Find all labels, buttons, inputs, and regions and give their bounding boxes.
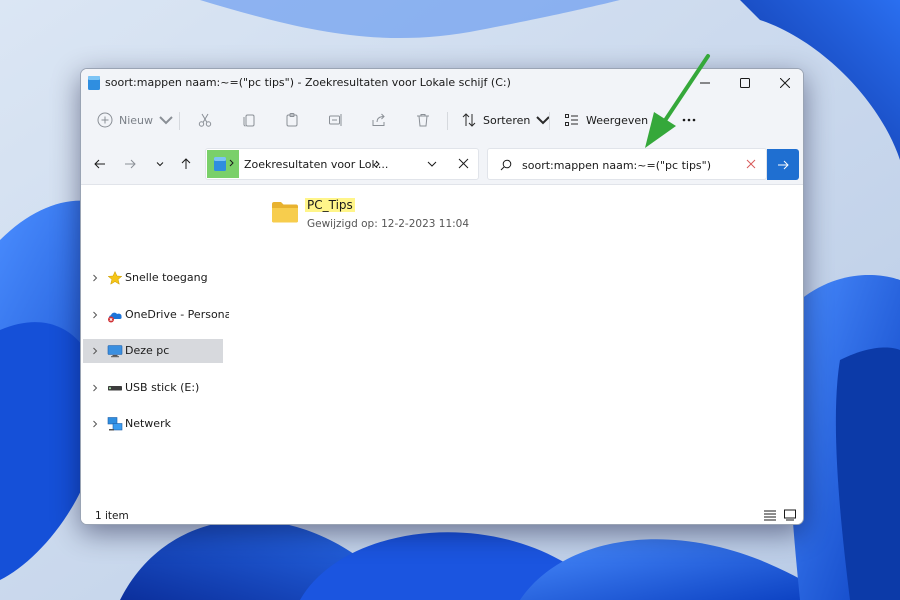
sidebar-item-label: Netwerk	[125, 417, 171, 430]
plus-circle-icon	[97, 112, 113, 128]
rename-icon	[329, 114, 342, 126]
sort-button-label: Sorteren	[483, 113, 531, 127]
copy-button[interactable]	[241, 108, 257, 132]
share-icon	[372, 113, 385, 126]
maximize-icon	[740, 78, 750, 88]
new-button[interactable]: Nieuw	[97, 108, 174, 132]
maximize-button[interactable]	[725, 69, 765, 97]
minimize-icon	[700, 82, 710, 84]
folder-icon	[272, 202, 298, 223]
chevron-down-icon	[156, 162, 164, 167]
navigation-pane: Snelle toegang OneDrive - Personal Deze …	[81, 186, 234, 500]
title-bar[interactable]: soort:mappen naam:~=("pc tips") - Zoekre…	[81, 69, 803, 97]
paste-button[interactable]	[284, 108, 300, 132]
sidebar-item-label: OneDrive - Personal	[125, 308, 235, 321]
arrow-right-icon	[778, 160, 789, 169]
up-button[interactable]	[177, 155, 195, 173]
address-bar[interactable]: Zoekresultaten voor Lok...	[205, 148, 479, 180]
toolbar-divider	[447, 112, 448, 130]
close-icon[interactable]	[458, 158, 469, 169]
search-results-pane: PC_Tips Gewijzigd op: 12-2-2023 11:04	[229, 186, 803, 500]
more-dots-icon	[682, 118, 696, 122]
chevron-right-icon[interactable]	[91, 311, 99, 319]
chevron-right-icon[interactable]	[91, 274, 99, 282]
scissors-icon	[198, 113, 212, 127]
sidebar-item-label: Deze pc	[125, 344, 170, 357]
result-item-modified-value: 12-2-2023 11:04	[381, 218, 470, 230]
chevron-right-icon[interactable]	[91, 384, 99, 392]
sidebar-item-label: USB stick (E:)	[125, 381, 200, 394]
copy-icon	[243, 114, 255, 127]
search-icon	[500, 159, 512, 171]
status-bar: 1 item	[81, 504, 803, 524]
cut-button[interactable]	[197, 108, 213, 132]
search-input[interactable]	[522, 155, 742, 175]
result-item-modified: Gewijzigd op: 12-2-2023 11:04	[307, 218, 469, 230]
search-folder-icon	[88, 76, 100, 90]
arrow-left-icon	[94, 159, 105, 169]
file-explorer-window: soort:mappen naam:~=("pc tips") - Zoekre…	[80, 68, 804, 525]
close-button[interactable]	[765, 69, 803, 97]
address-history-chevron-icon[interactable]	[426, 158, 438, 170]
toolbar-divider	[549, 112, 550, 130]
sort-button[interactable]: Sorteren	[461, 108, 551, 132]
view-button[interactable]: Weergeven	[564, 108, 648, 132]
new-button-label: Nieuw	[119, 113, 154, 127]
large-icons-view-icon[interactable]	[783, 509, 797, 521]
arrow-up-icon	[181, 158, 191, 169]
delete-button[interactable]	[415, 108, 431, 132]
clear-search-icon[interactable]	[746, 159, 756, 169]
more-options-button[interactable]	[681, 108, 697, 132]
usb-drive-icon	[108, 386, 122, 391]
sidebar-item-network[interactable]: Netwerk	[83, 412, 223, 436]
window-title: soort:mappen naam:~=("pc tips") - Zoekre…	[105, 76, 511, 89]
search-folder-icon	[214, 157, 226, 171]
sidebar-item-label: Snelle toegang	[125, 271, 208, 284]
result-item-modified-label: Gewijzigd op:	[307, 218, 378, 230]
command-bar: Nieuw Sorteren Weergeven	[81, 97, 803, 143]
share-button[interactable]	[371, 108, 387, 132]
close-icon	[780, 78, 790, 88]
chevron-right-icon[interactable]	[91, 347, 99, 355]
view-button-label: Weergeven	[586, 113, 649, 127]
clipboard-icon	[286, 113, 298, 127]
sidebar-item-usb-stick[interactable]: USB stick (E:)	[83, 376, 223, 400]
sidebar-item-onedrive[interactable]: OneDrive - Personal	[83, 303, 234, 327]
details-view-icon[interactable]	[763, 509, 777, 521]
recent-locations-button[interactable]	[151, 155, 169, 173]
rename-button[interactable]	[328, 108, 344, 132]
toolbar-divider	[179, 112, 180, 130]
onedrive-cloud-icon	[108, 312, 122, 323]
result-item-name[interactable]: PC_Tips	[305, 198, 355, 212]
address-path[interactable]: Zoekresultaten voor Lok...	[244, 158, 388, 171]
list-view-icon	[565, 114, 578, 126]
sort-arrows-icon	[462, 113, 476, 127]
chevron-right-icon[interactable]	[374, 159, 382, 169]
arrow-right-icon	[125, 159, 136, 169]
chevron-right-icon[interactable]	[91, 420, 99, 428]
chevron-down-icon	[159, 116, 173, 125]
sidebar-item-this-pc[interactable]: Deze pc	[83, 339, 223, 363]
search-go-button[interactable]	[767, 149, 799, 180]
back-button[interactable]	[91, 155, 109, 173]
trash-icon	[417, 114, 429, 127]
minimize-button[interactable]	[685, 69, 725, 97]
monitor-icon	[107, 345, 123, 358]
network-icon	[107, 417, 123, 431]
forward-button[interactable]	[121, 155, 139, 173]
navigation-row: Zoekresultaten voor Lok...	[81, 143, 803, 185]
search-box[interactable]	[487, 148, 767, 180]
item-count: 1 item	[95, 510, 129, 522]
star-icon	[107, 270, 123, 285]
chevron-right-icon	[229, 159, 234, 167]
sidebar-item-quick-access[interactable]: Snelle toegang	[83, 266, 223, 290]
